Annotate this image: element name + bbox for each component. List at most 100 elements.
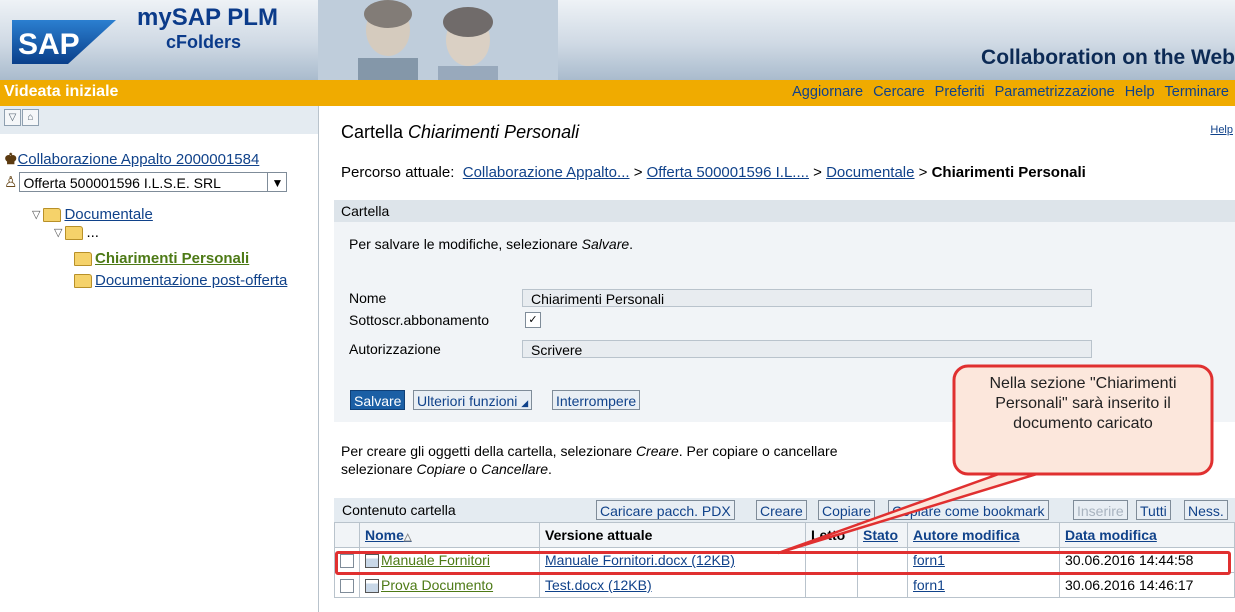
author-link[interactable]: forn1 <box>913 577 945 593</box>
status-cell <box>857 547 908 573</box>
page-title-prefix: Cartella <box>341 122 409 142</box>
insert-button: Inserire <box>1073 500 1128 520</box>
nav-link-cercare[interactable]: Cercare <box>873 84 925 100</box>
breadcrumb-item-offerta[interactable]: Offerta 500001596 I.L.... <box>647 164 809 181</box>
sort-ascending-icon[interactable]: △ <box>404 532 412 543</box>
folder-icon <box>74 273 92 288</box>
breadcrumb-item-collaborazione[interactable]: Collaborazione Appalto... <box>463 164 630 181</box>
copy-button[interactable]: Copiare <box>818 500 876 520</box>
create-hint-cancellare: Cancellare <box>481 461 549 477</box>
product-name: mySAP PLM <box>137 4 278 31</box>
document-name-link[interactable]: Prova Documento <box>381 577 493 593</box>
folder-icon <box>65 225 84 240</box>
create-hint: Per creare gli oggetti della cartella, s… <box>341 442 941 478</box>
create-button[interactable]: Creare <box>756 500 807 520</box>
save-hint-end: . <box>629 236 634 252</box>
annotation-callout: Nella sezione "Chiarimenti Personali" sa… <box>952 364 1214 476</box>
column-header-autore[interactable]: Autore modifica <box>907 522 1060 548</box>
upload-pdx-button[interactable]: Caricare pacch. PDX <box>596 500 735 520</box>
help-link[interactable]: Help <box>1210 124 1233 136</box>
row-select-cell <box>334 547 360 573</box>
select-none-button[interactable]: Ness. <box>1184 500 1228 520</box>
nome-field[interactable]: Chiarimenti Personali <box>522 289 1092 307</box>
select-column-header <box>334 522 360 548</box>
nav-link-preferiti[interactable]: Preferiti <box>935 84 985 100</box>
nav-link-help[interactable]: Help <box>1125 84 1155 100</box>
create-hint-text: o <box>465 461 482 477</box>
folder-contents-caption: Contenuto cartella <box>342 502 456 518</box>
save-hint-action: Salvare <box>581 236 630 252</box>
autorizzazione-label: Autorizzazione <box>349 341 441 357</box>
tree-node-label[interactable]: Chiarimenti Personali <box>95 250 249 267</box>
column-header-nome[interactable]: Nome△ <box>359 522 540 548</box>
column-header-label: Nome <box>365 527 404 543</box>
tree-node-documentazione-post-offerta[interactable]: Documentazione post-offerta <box>74 272 287 289</box>
name-cell: Prova Documento <box>359 572 540 598</box>
expand-triangle-icon[interactable]: ▽ <box>54 226 62 239</box>
app-header: SAP mySAP PLM cFolders Collaboration on … <box>0 0 1235 80</box>
offer-select[interactable]: ♙ Offerta 500001596 I.L.S.E. SRL ▼ <box>4 172 288 192</box>
table-row: Prova Documento Test.docx (12KB) forn1 3… <box>334 572 1235 598</box>
collaboration-icon: ♚ <box>4 151 18 168</box>
nav-link-aggiornare[interactable]: Aggiornare <box>792 84 863 100</box>
create-hint-copiare: Copiare <box>416 461 466 477</box>
more-functions-label: Ulteriori funzioni <box>417 393 518 409</box>
collapse-all-icon[interactable]: ▽ <box>4 109 21 126</box>
tree-node-ellipsis[interactable]: ▽ ... <box>54 224 99 241</box>
status-cell <box>857 572 908 598</box>
select-all-button[interactable]: Tutti <box>1136 500 1171 520</box>
save-button[interactable]: Salvare <box>350 390 406 410</box>
version-link[interactable]: Test.docx (12KB) <box>545 577 652 593</box>
save-hint-text: Per salvare le modifiche, selezionare <box>349 236 582 252</box>
main-content: Cartella Chiarimenti Personali Help Perc… <box>318 106 1235 612</box>
nav-link-terminare[interactable]: Terminare <box>1165 84 1229 100</box>
breadcrumb-separator: > <box>918 164 928 181</box>
nav-link-parametrizzazione[interactable]: Parametrizzazione <box>995 84 1115 100</box>
create-hint-creare: Creare <box>635 443 679 459</box>
version-link[interactable]: Manuale Fornitori.docx (12KB) <box>545 552 735 568</box>
folder-section-header: Cartella <box>334 200 1235 222</box>
breadcrumb-label: Percorso attuale: <box>341 164 455 181</box>
tree-node-label[interactable]: Documentazione post-offerta <box>95 272 287 289</box>
breadcrumb-separator: > <box>633 164 643 181</box>
document-name-link[interactable]: Manuale Fornitori <box>381 552 490 568</box>
document-icon <box>365 579 379 594</box>
breadcrumb-item-documentale[interactable]: Documentale <box>826 164 914 181</box>
row-checkbox[interactable] <box>340 579 354 594</box>
row-checkbox[interactable] <box>340 554 354 569</box>
copy-as-bookmark-button[interactable]: Copiare come bookmark <box>888 500 1049 520</box>
table-row: Manuale Fornitori Manuale Fornitori.docx… <box>334 547 1235 573</box>
column-header-versione: Versione attuale <box>539 522 806 548</box>
abbonamento-checkbox[interactable]: ✓ <box>525 312 541 328</box>
tree-node-documentale[interactable]: ▽ Documentale <box>32 206 153 223</box>
cancel-button[interactable]: Interrompere <box>552 390 641 410</box>
sap-logo: SAP <box>12 20 116 64</box>
expand-triangle-icon[interactable]: ▽ <box>32 208 40 221</box>
tree-node-label: ... <box>86 224 99 241</box>
home-icon[interactable]: ⌂ <box>22 109 39 126</box>
callout-text: Nella sezione "Chiarimenti Personali" sa… <box>989 375 1177 432</box>
date-cell: 30.06.2016 14:44:58 <box>1059 547 1235 573</box>
autorizzazione-field[interactable]: Scrivere <box>522 340 1092 358</box>
folder-icon <box>43 207 62 222</box>
tree-node-label[interactable]: Documentale <box>64 206 152 223</box>
author-cell: forn1 <box>907 547 1060 573</box>
tree-root-label[interactable]: Collaborazione Appalto 2000001584 <box>17 151 259 168</box>
chevron-down-icon[interactable]: ▼ <box>267 173 286 191</box>
more-functions-button[interactable]: Ulteriori funzioni ◢ <box>413 390 533 410</box>
tree-root[interactable]: ♚Collaborazione Appalto 2000001584 <box>4 150 259 168</box>
create-hint-text: Per creare gli oggetti della cartella, s… <box>341 443 636 459</box>
product-subname: cFolders <box>166 32 242 52</box>
navigation-tree-pane: ▽ ⌂ ♚Collaborazione Appalto 2000001584 ♙… <box>0 106 319 612</box>
tree-toolbar: ▽ ⌂ <box>0 106 318 134</box>
partner-icon: ♙ <box>4 174 18 191</box>
create-hint-text: selezionare <box>341 461 417 477</box>
column-header-stato[interactable]: Stato <box>857 522 908 548</box>
tree-node-chiarimenti-personali[interactable]: Chiarimenti Personali <box>74 250 249 267</box>
column-header-data[interactable]: Data modifica <box>1059 522 1235 548</box>
version-cell: Manuale Fornitori.docx (12KB) <box>539 547 806 573</box>
nav-title[interactable]: Videata iniziale <box>4 83 118 101</box>
open-folder-icon <box>74 251 92 266</box>
author-link[interactable]: forn1 <box>913 552 945 568</box>
offer-dropdown[interactable]: Offerta 500001596 I.L.S.E. SRL ▼ <box>19 172 288 192</box>
